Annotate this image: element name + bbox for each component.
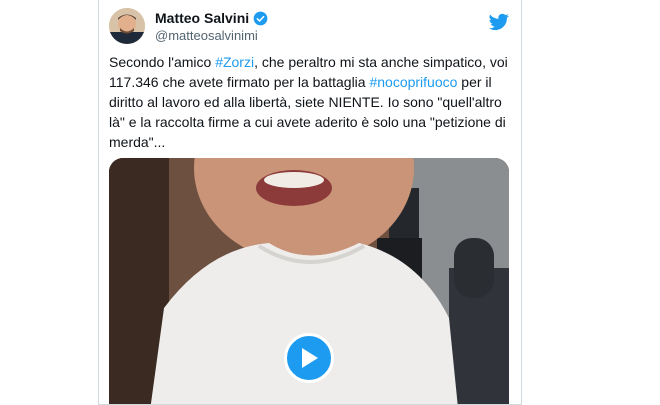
tweet-header: Matteo Salvini @matteosalvinimi	[109, 8, 511, 52]
tweet-text-part: Secondo l'amico	[109, 54, 216, 70]
author-handle[interactable]: @matteosalvinimi	[155, 28, 268, 43]
video-player[interactable]	[109, 158, 509, 404]
tweet-card: Matteo Salvini @matteosalvinimi Secondo …	[98, 0, 522, 405]
tweet-text: Secondo l'amico #Zorzi, che peraltro mi …	[109, 52, 513, 152]
verified-badge-icon	[253, 11, 268, 25]
play-icon	[302, 348, 318, 368]
play-button[interactable]	[284, 333, 334, 383]
author-block: Matteo Salvini @matteosalvinimi	[155, 10, 268, 43]
avatar[interactable]	[109, 8, 145, 44]
hashtag-link[interactable]: #nocoprifuoco	[369, 74, 457, 90]
hashtag-link[interactable]: #Zorzi	[215, 54, 254, 70]
author-name[interactable]: Matteo Salvini	[155, 10, 249, 26]
twitter-bird-icon[interactable]	[489, 12, 509, 32]
